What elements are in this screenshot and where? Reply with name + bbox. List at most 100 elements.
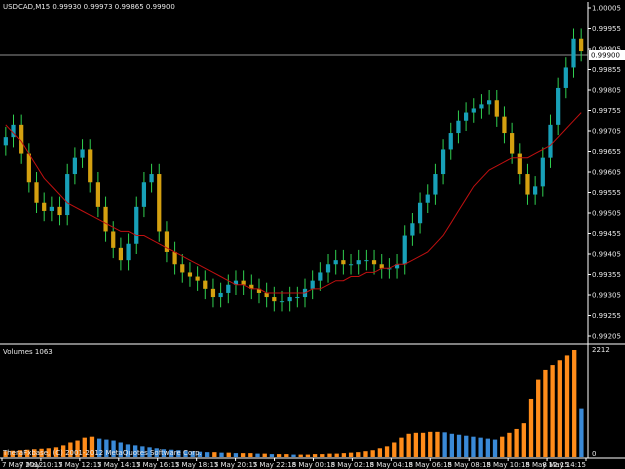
volume-bar — [240, 453, 246, 457]
price-tick-label: 0.99305 — [592, 292, 621, 300]
time-tick-label: 7 May 18:15 — [175, 461, 219, 469]
candle-body — [88, 149, 93, 183]
volume-bar — [579, 408, 584, 457]
candle-body — [479, 104, 484, 109]
candle-body — [341, 260, 346, 265]
candle-body — [203, 280, 208, 289]
volume-bar — [284, 454, 289, 457]
price-tick-label: 0.99555 — [592, 189, 621, 197]
candle-body — [72, 157, 77, 175]
volume-bar — [492, 439, 498, 457]
volume-bar — [384, 446, 390, 457]
copyright-text: TheraFxbase, (C) 2001-2012 MetaQuotes So… — [2, 449, 202, 457]
candle-body — [80, 149, 85, 158]
volume-bar — [356, 452, 361, 457]
candle-body — [463, 112, 469, 121]
volume-max-label: 2212 — [592, 346, 610, 354]
candle-body — [425, 194, 430, 203]
time-tick-label: 8 May 04:15 — [370, 461, 414, 469]
candle-body — [241, 280, 246, 285]
candle-body — [34, 182, 39, 203]
chart-root: 1.000050.999550.999050.998550.998050.997… — [0, 0, 625, 469]
price-tick-label: 0.99955 — [592, 25, 621, 33]
candle-body — [218, 292, 223, 298]
price-tick-label: 0.99355 — [592, 271, 621, 279]
candle-body — [126, 243, 131, 261]
candle-body — [295, 297, 300, 299]
candle-body — [510, 133, 515, 154]
time-tick-label: 7 May 20:15 — [214, 461, 258, 469]
volume-bar — [521, 423, 526, 457]
time-tick-label: 7 May 10:15 — [19, 461, 63, 469]
candle-body — [440, 149, 446, 175]
candle-body — [226, 284, 231, 293]
volume-bar — [370, 450, 375, 457]
time-tick-label: 8 May 02:15 — [331, 461, 375, 469]
candle-body — [379, 264, 384, 269]
candle-body — [364, 260, 369, 262]
time-tick-label: 7 May 12:15 — [58, 461, 102, 469]
candle-body — [157, 174, 162, 232]
candle-body — [103, 206, 108, 232]
volume-bar — [420, 432, 426, 457]
volume-bar — [320, 454, 325, 457]
volume-bar — [269, 454, 275, 457]
chart-header: USDCAD,M15 0.99930 0.99973 0.99865 0.999… — [3, 3, 175, 11]
volume-bar — [536, 379, 541, 457]
price-tick-label: 0.99855 — [592, 66, 621, 74]
time-tick-label: 7 May 22:15 — [253, 461, 297, 469]
time-tick-label: 7 May 14:15 — [97, 461, 141, 469]
volume-bar — [456, 434, 462, 457]
volume-bar — [291, 454, 296, 457]
volume-bar — [442, 432, 447, 457]
time-tick-label: 8 May 10:15 — [486, 461, 530, 469]
volume-bar — [435, 431, 440, 457]
time-tick-label: 7 May 16:15 — [136, 461, 180, 469]
candle-body — [318, 272, 323, 281]
candle-body — [180, 264, 185, 273]
candle-body — [502, 116, 507, 134]
volume-bar — [377, 448, 383, 457]
candle-body — [65, 174, 70, 216]
candle-body — [195, 276, 200, 281]
candle-body — [210, 288, 216, 298]
volume-bar — [276, 454, 282, 457]
candle-body — [371, 260, 377, 265]
candle-body — [471, 108, 476, 113]
volume-bar — [564, 355, 570, 457]
candle-body — [402, 235, 407, 265]
volume-bar — [341, 453, 347, 457]
candle-body — [556, 87, 561, 125]
volume-bar — [507, 432, 512, 457]
volume-bar — [233, 453, 239, 457]
volume-bar — [478, 437, 483, 457]
candle-body — [494, 100, 499, 117]
candle-body — [417, 202, 423, 224]
price-tick-label: 0.99455 — [592, 230, 621, 238]
candle-body — [95, 182, 100, 207]
candle-body — [433, 174, 438, 195]
volume-bar — [363, 451, 368, 457]
candle-body — [111, 231, 116, 248]
volume-bar — [248, 453, 253, 457]
candle-body — [118, 247, 124, 261]
candle-body — [134, 206, 139, 244]
candle-body — [356, 260, 361, 265]
candle-body — [456, 120, 461, 134]
volume-bar — [557, 360, 562, 457]
price-tick-label: 0.99255 — [592, 312, 621, 320]
volume-bar — [413, 432, 419, 457]
volume-bar — [348, 452, 354, 457]
candle-body — [579, 38, 584, 52]
candle-body — [517, 153, 522, 175]
candle-body — [26, 153, 31, 183]
candle-body — [533, 186, 538, 195]
price-tick-label: 0.99505 — [592, 210, 621, 218]
volume-bar — [262, 453, 267, 457]
volume-bar — [298, 454, 303, 457]
candle-body — [487, 100, 492, 105]
candle-body — [49, 206, 54, 211]
price-tick-label: 0.99755 — [592, 107, 621, 115]
candle-body — [3, 137, 8, 146]
volume-label: Volumes 1063 — [3, 348, 53, 356]
